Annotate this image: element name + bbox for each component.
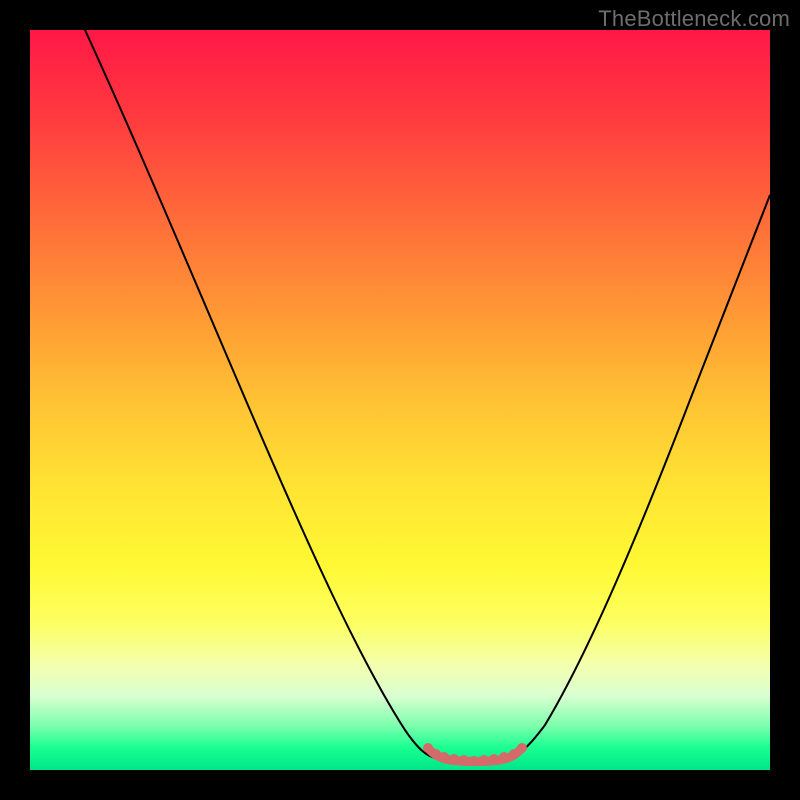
curve-overlay xyxy=(30,30,770,770)
chart-frame: TheBottleneck.com xyxy=(0,0,800,800)
main-curve xyxy=(85,30,770,758)
watermark-text: TheBottleneck.com xyxy=(598,6,790,32)
trough-dots xyxy=(423,743,527,766)
